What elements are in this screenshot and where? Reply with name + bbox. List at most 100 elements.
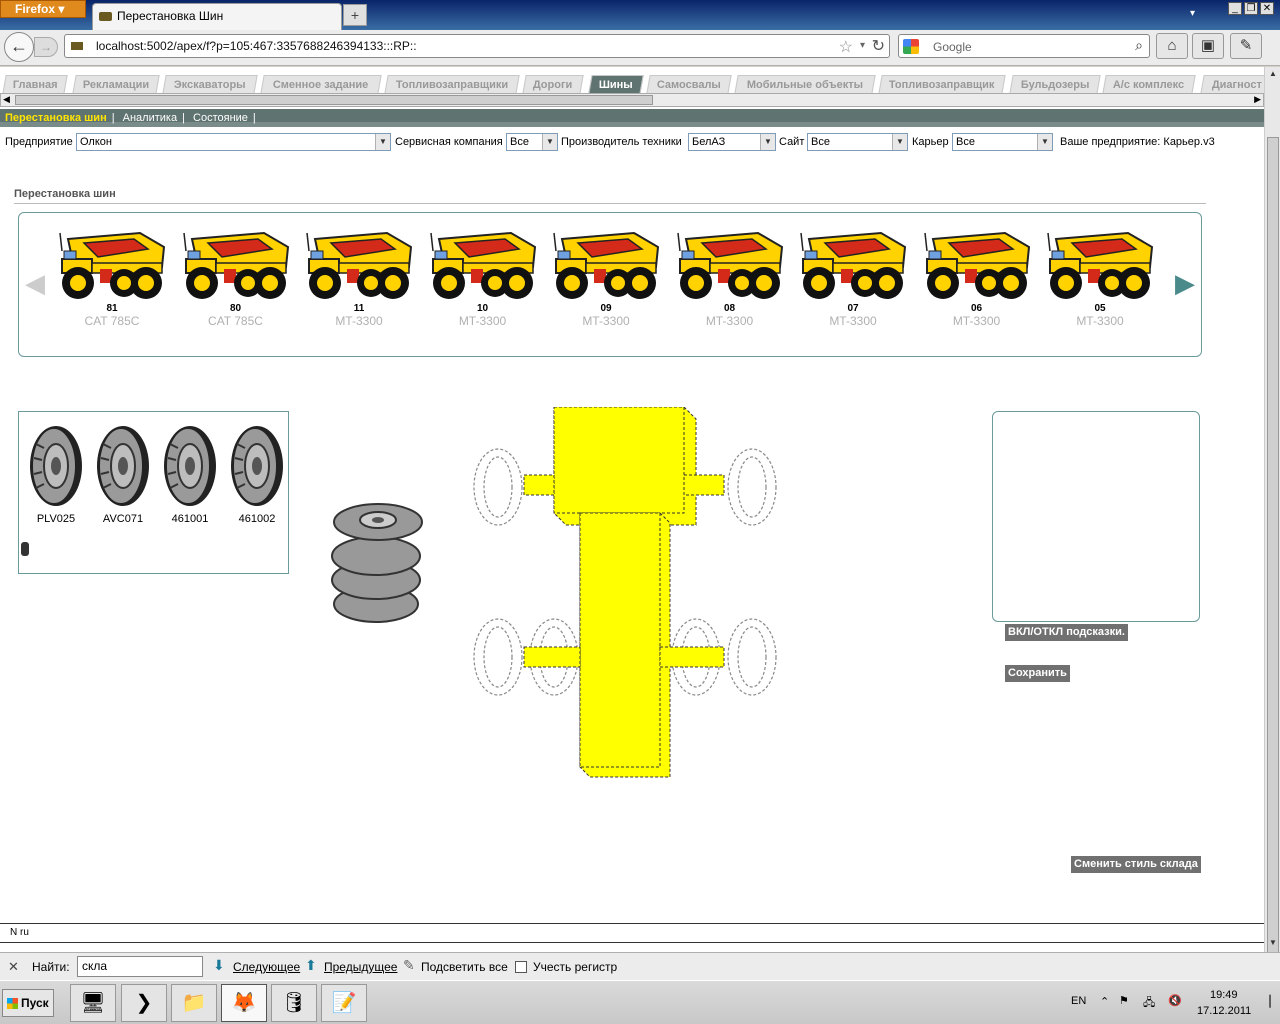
find-next-button[interactable]: Следующее bbox=[233, 960, 300, 974]
google-icon[interactable] bbox=[903, 39, 919, 54]
tire-icon bbox=[231, 426, 283, 506]
browser-tab-active[interactable]: Перестановка Шин bbox=[92, 3, 342, 30]
clock-time[interactable]: 19:49 bbox=[1210, 989, 1238, 1001]
taskbar-server-manager-icon[interactable]: 🖥 bbox=[70, 984, 116, 1022]
chevron-down-icon[interactable]: ▼ bbox=[892, 134, 907, 150]
truck-card[interactable]: 11 MT-3300 bbox=[300, 229, 418, 328]
language-indicator[interactable]: EN bbox=[1071, 995, 1086, 1007]
arrow-up-icon[interactable]: ⬆ bbox=[305, 957, 317, 974]
your-enterprise-text: Ваше предприятие: Карьер.v3 bbox=[1060, 136, 1215, 148]
truck-card[interactable]: 06 MT-3300 bbox=[918, 229, 1036, 328]
app-tab[interactable]: Дороги bbox=[522, 75, 584, 94]
action-center-flag-icon[interactable]: ⚑ bbox=[1119, 994, 1129, 1007]
screenshot-addon-button[interactable]: ▣ bbox=[1192, 33, 1224, 59]
chevron-down-icon[interactable]: ▼ bbox=[1037, 134, 1052, 150]
url-bar[interactable]: localhost:5002/apex/f?p=105:467:33576882… bbox=[64, 34, 890, 58]
scroll-left-icon[interactable]: ◀ bbox=[3, 94, 10, 105]
reload-icon[interactable]: ↻ bbox=[872, 36, 885, 56]
carousel-next-arrow-icon[interactable]: ▶ bbox=[1175, 268, 1195, 299]
truck-card[interactable]: 08 MT-3300 bbox=[671, 229, 789, 328]
highlight-all-button[interactable]: Подсветить все bbox=[421, 960, 508, 974]
truck-card[interactable]: 10 MT-3300 bbox=[424, 229, 542, 328]
taskbar-firefox-icon[interactable]: 🦊 bbox=[221, 984, 267, 1022]
arrow-down-icon[interactable]: ⬇ bbox=[213, 957, 225, 974]
back-button[interactable]: ← bbox=[4, 32, 34, 62]
tire-item[interactable]: AVC071 bbox=[93, 424, 153, 525]
volume-muted-icon[interactable]: 🔇 bbox=[1168, 994, 1182, 1007]
quarry-select[interactable]: Все ▼ bbox=[952, 133, 1053, 151]
scroll-down-icon[interactable]: ▼ bbox=[1267, 938, 1279, 950]
maximize-icon[interactable]: ❐ bbox=[1244, 2, 1258, 15]
subnav-analytics[interactable]: Аналитика bbox=[123, 112, 177, 124]
scroll-right-icon[interactable]: ▶ bbox=[1254, 94, 1261, 105]
bookmark-star-icon[interactable]: ☆ bbox=[839, 37, 853, 57]
chevron-down-icon[interactable]: ▼ bbox=[760, 134, 775, 150]
small-tire-icon[interactable] bbox=[21, 542, 29, 556]
app-tab[interactable]: Бульдозеры bbox=[1009, 75, 1101, 94]
find-input[interactable]: скла bbox=[77, 956, 203, 977]
firefox-menu-button[interactable]: Firefox ▾ bbox=[0, 0, 86, 18]
app-tab[interactable]: Экскаваторы bbox=[162, 75, 258, 94]
close-find-icon[interactable]: ✕ bbox=[8, 959, 19, 975]
app-tab[interactable]: Шины bbox=[588, 75, 644, 94]
page-vertical-scrollbar[interactable]: ▲ ▼ bbox=[1264, 67, 1280, 971]
tire-item[interactable]: 461002 bbox=[227, 424, 287, 525]
chevron-down-icon[interactable]: ▼ bbox=[542, 134, 557, 150]
truck-card[interactable]: 07 MT-3300 bbox=[794, 229, 912, 328]
subnav-tire-swap[interactable]: Перестановка шин bbox=[5, 112, 107, 124]
service-company-select[interactable]: Все ▼ bbox=[506, 133, 558, 151]
tire-item[interactable]: PLV025 bbox=[26, 424, 86, 525]
search-icon[interactable]: ⌕ bbox=[1135, 37, 1143, 54]
taskbar-powershell-icon[interactable]: ❯ bbox=[121, 984, 167, 1022]
dump-truck-icon bbox=[306, 231, 413, 299]
vscroll-thumb[interactable] bbox=[1267, 137, 1279, 971]
home-button[interactable]: ⌂ bbox=[1156, 33, 1188, 59]
taskbar-editor-icon[interactable]: 📝 bbox=[321, 984, 367, 1022]
save-button[interactable]: Сохранить bbox=[1005, 665, 1070, 682]
tab-horizontal-scrollbar[interactable]: ◀ ▶ bbox=[0, 93, 1264, 107]
minimize-icon[interactable]: _ bbox=[1228, 2, 1242, 15]
app-tab[interactable]: Самосвалы bbox=[646, 75, 732, 94]
network-icon[interactable]: 🖧 bbox=[1143, 994, 1155, 1013]
truck-card[interactable]: 81 CAT 785C bbox=[53, 229, 171, 328]
toggle-hints-button[interactable]: ВКЛ/ОТКЛ подсказки. bbox=[1005, 624, 1128, 641]
tire-stack-icon[interactable] bbox=[328, 500, 428, 625]
chevron-down-icon[interactable]: ▼ bbox=[375, 134, 390, 150]
find-prev-button[interactable]: Предыдущее bbox=[324, 960, 397, 974]
new-tab-button[interactable]: + bbox=[343, 4, 367, 26]
show-desktop-icon[interactable]: ▕ bbox=[1262, 995, 1270, 1008]
addon-button[interactable]: ✎ bbox=[1230, 33, 1262, 59]
url-history-dropdown-icon[interactable]: ▾ bbox=[860, 40, 865, 51]
enterprise-select[interactable]: Олкон ▼ bbox=[76, 133, 391, 151]
match-case-checkbox[interactable] bbox=[515, 961, 527, 973]
truck-card[interactable]: 80 CAT 785C bbox=[177, 229, 295, 328]
change-warehouse-style-button[interactable]: Сменить стиль склада bbox=[1071, 856, 1201, 873]
carousel-prev-arrow-icon[interactable]: ◀ bbox=[25, 268, 45, 299]
app-tab[interactable]: Диагност bbox=[1200, 75, 1264, 94]
tray-expand-icon[interactable]: ⌃ bbox=[1100, 995, 1109, 1008]
truck-card[interactable]: 09 MT-3300 bbox=[547, 229, 665, 328]
tire-item[interactable]: 461001 bbox=[160, 424, 220, 525]
site-select[interactable]: Все ▼ bbox=[807, 133, 908, 151]
app-tab[interactable]: Рекламации bbox=[72, 75, 160, 94]
taskbar-database-icon[interactable]: 🛢 bbox=[271, 984, 317, 1022]
app-tab[interactable]: А/с комплекс bbox=[1102, 75, 1196, 94]
app-tab[interactable]: Мобильные объекты bbox=[734, 75, 876, 94]
url-text[interactable]: localhost:5002/apex/f?p=105:467:33576882… bbox=[96, 39, 417, 53]
app-tab[interactable]: Топливозаправщик bbox=[878, 75, 1006, 94]
scroll-up-icon[interactable]: ▲ bbox=[1267, 69, 1279, 81]
scrollbar-thumb[interactable] bbox=[15, 95, 653, 105]
search-bar[interactable]: Google ⌕ bbox=[898, 34, 1150, 58]
app-tab[interactable]: Главная bbox=[2, 75, 68, 94]
start-button[interactable]: Пуск bbox=[2, 989, 54, 1017]
truck-card[interactable]: 05 MT-3300 bbox=[1041, 229, 1159, 328]
subnav-status[interactable]: Состояние bbox=[193, 112, 248, 124]
app-tab[interactable]: Сменное задание bbox=[260, 75, 382, 94]
manufacturer-select[interactable]: БелАЗ ▼ bbox=[688, 133, 776, 151]
tab-list-icon[interactable]: ▾ bbox=[1190, 8, 1195, 19]
app-tab[interactable]: Топливозаправщики bbox=[384, 75, 520, 94]
taskbar-explorer-icon[interactable]: 📁 bbox=[171, 984, 217, 1022]
clock-date[interactable]: 17.12.2011 bbox=[1197, 1005, 1251, 1017]
close-window-icon[interactable]: ✕ bbox=[1260, 2, 1274, 15]
forward-button[interactable]: → bbox=[34, 37, 58, 57]
